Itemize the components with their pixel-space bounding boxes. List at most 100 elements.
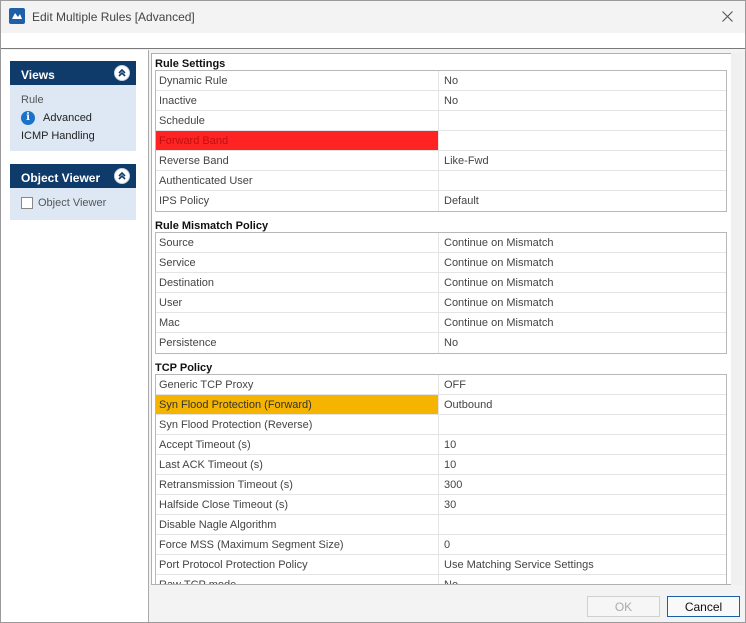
nav-item-advanced[interactable]: i Advanced [21, 109, 125, 127]
property-value[interactable]: 30 [439, 495, 726, 514]
property-name: Inactive [156, 91, 439, 110]
property-value[interactable]: Like-Fwd [439, 151, 726, 170]
property-row[interactable]: Authenticated User [156, 171, 726, 191]
property-value[interactable]: Continue on Mismatch [439, 313, 726, 332]
property-name: Schedule [156, 111, 439, 130]
property-row[interactable]: Dynamic Rule No [156, 71, 726, 91]
views-body: Rule i Advanced ICMP Handling [10, 85, 136, 151]
rule-settings-title: Rule Settings [155, 58, 226, 70]
object-viewer-group: Object Viewer Object Viewer [10, 164, 136, 220]
property-row[interactable]: Mac Continue on Mismatch [156, 313, 726, 333]
property-value[interactable]: No [439, 575, 726, 584]
property-name: Dynamic Rule [156, 71, 439, 90]
property-row[interactable]: Retransmission Timeout (s) 300 [156, 475, 726, 495]
property-row[interactable]: User Continue on Mismatch [156, 293, 726, 313]
property-row[interactable]: Disable Nagle Algorithm [156, 515, 726, 535]
property-value[interactable]: Default [439, 191, 726, 211]
mismatch-policy-title: Rule Mismatch Policy [155, 220, 269, 232]
property-row[interactable]: Source Continue on Mismatch [156, 233, 726, 253]
property-row[interactable]: Schedule [156, 111, 726, 131]
property-value[interactable]: No [439, 91, 726, 110]
property-name: Raw TCP mode [156, 575, 439, 584]
double-chevron-up-icon [118, 171, 126, 180]
property-name: Reverse Band [156, 151, 439, 170]
property-value[interactable]: Continue on Mismatch [439, 233, 726, 252]
property-name: Force MSS (Maximum Segment Size) [156, 535, 439, 554]
close-icon [721, 10, 733, 22]
collapse-views-button[interactable] [114, 65, 130, 81]
property-name: Forward Band [156, 131, 439, 150]
property-row[interactable]: Reverse Band Like-Fwd [156, 151, 726, 171]
ok-button[interactable]: OK [587, 596, 660, 617]
property-value[interactable]: No [439, 333, 726, 353]
rule-settings-grid: Dynamic Rule No Inactive No Schedule Forward … [155, 70, 727, 212]
property-value[interactable]: Continue on Mismatch [439, 253, 726, 272]
property-value[interactable] [439, 131, 726, 150]
property-row[interactable]: Syn Flood Protection (Forward) Outbound [156, 395, 726, 415]
property-row[interactable]: Port Protocol Protection Policy Use Match… [156, 555, 726, 575]
property-name: Syn Flood Protection (Reverse) [156, 415, 439, 434]
property-row[interactable]: Service Continue on Mismatch [156, 253, 726, 273]
property-name: Disable Nagle Algorithm [156, 515, 439, 534]
property-row[interactable]: Forward Band [156, 131, 726, 151]
property-value[interactable] [439, 515, 726, 534]
cancel-button[interactable]: Cancel [667, 596, 740, 617]
property-value[interactable]: 0 [439, 535, 726, 554]
object-viewer-body: Object Viewer [10, 188, 136, 220]
window-title: Edit Multiple Rules [Advanced] [32, 10, 195, 24]
property-row[interactable]: Destination Continue on Mismatch [156, 273, 726, 293]
property-value[interactable]: No [439, 71, 726, 90]
property-value[interactable] [439, 111, 726, 130]
property-name: User [156, 293, 439, 312]
property-value[interactable]: 10 [439, 455, 726, 474]
property-name: Last ACK Timeout (s) [156, 455, 439, 474]
object-viewer-checkbox[interactable] [21, 197, 33, 209]
settings-content: Rule Settings Dynamic Rule No Inactive No Sc… [151, 53, 743, 585]
property-row[interactable]: Raw TCP mode No [156, 575, 726, 584]
property-name: Service [156, 253, 439, 272]
property-name: Halfside Close Timeout (s) [156, 495, 439, 514]
nav-item-icmp-handling[interactable]: ICMP Handling [21, 127, 125, 145]
property-value[interactable]: 10 [439, 435, 726, 454]
property-row[interactable]: Persistence No [156, 333, 726, 353]
property-row[interactable]: Inactive No [156, 91, 726, 111]
property-value[interactable]: Continue on Mismatch [439, 293, 726, 312]
close-button[interactable] [715, 5, 739, 27]
app-icon [9, 8, 25, 24]
object-viewer-checkbox-label: Object Viewer [38, 197, 107, 209]
views-header[interactable]: Views [10, 61, 136, 85]
info-icon: i [21, 111, 35, 125]
property-value[interactable]: OFF [439, 375, 726, 394]
object-viewer-header[interactable]: Object Viewer [10, 164, 136, 188]
property-value[interactable]: Continue on Mismatch [439, 273, 726, 292]
object-viewer-option[interactable]: Object Viewer [21, 194, 125, 212]
property-value[interactable] [439, 171, 726, 190]
nav-item-rule-label: Rule [21, 94, 44, 106]
property-name: Accept Timeout (s) [156, 435, 439, 454]
property-row[interactable]: Syn Flood Protection (Reverse) [156, 415, 726, 435]
property-value[interactable]: Use Matching Service Settings [439, 555, 726, 574]
property-row[interactable]: Accept Timeout (s) 10 [156, 435, 726, 455]
object-viewer-header-label: Object Viewer [21, 171, 101, 185]
property-value[interactable]: Outbound [439, 395, 726, 414]
property-row[interactable]: Generic TCP Proxy OFF [156, 375, 726, 395]
mismatch-policy-grid: Source Continue on Mismatch Service Continu… [155, 232, 727, 354]
property-value[interactable]: 300 [439, 475, 726, 494]
title-bar: Edit Multiple Rules [Advanced] [1, 1, 745, 33]
content-scrollbar[interactable] [731, 53, 743, 585]
property-name: Mac [156, 313, 439, 332]
toolbar-strip [1, 33, 745, 49]
property-row[interactable]: Last ACK Timeout (s) 10 [156, 455, 726, 475]
property-name: Persistence [156, 333, 439, 353]
property-row[interactable]: Halfside Close Timeout (s) 30 [156, 495, 726, 515]
property-row[interactable]: Force MSS (Maximum Segment Size) 0 [156, 535, 726, 555]
edit-multiple-rules-dialog: Edit Multiple Rules [Advanced] Views Rul… [0, 0, 746, 623]
property-name: Retransmission Timeout (s) [156, 475, 439, 494]
tcp-policy-title: TCP Policy [155, 362, 213, 374]
property-value[interactable] [439, 415, 726, 434]
nav-item-rule[interactable]: Rule [21, 91, 125, 109]
nav-item-advanced-label: Advanced [43, 112, 92, 124]
property-row[interactable]: IPS Policy Default [156, 191, 726, 211]
property-name: Authenticated User [156, 171, 439, 190]
collapse-object-viewer-button[interactable] [114, 168, 130, 184]
